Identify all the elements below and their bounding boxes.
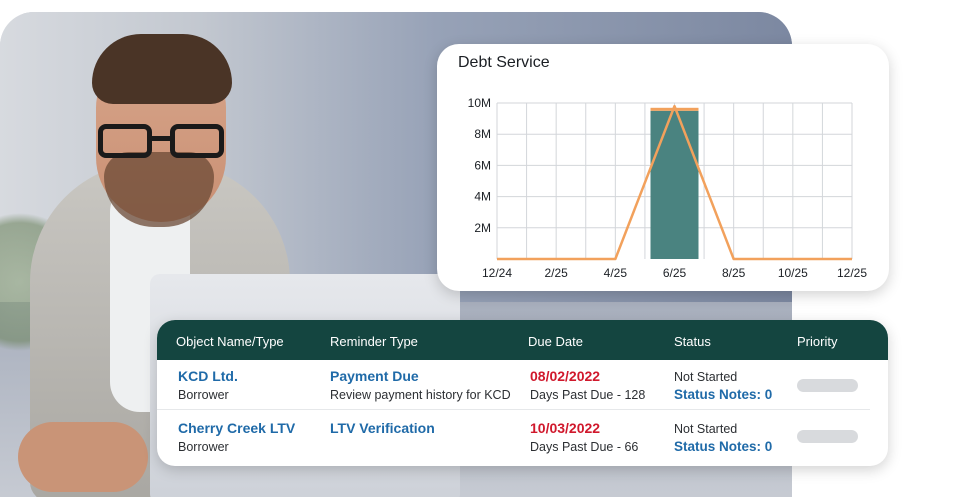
status-notes-link[interactable]: Status Notes: 0 <box>674 387 772 402</box>
debt-service-bar <box>650 110 699 259</box>
table-row[interactable]: Cherry Creek LTV Borrower LTV Verificati… <box>157 412 888 464</box>
y-tick-label: 2M <box>474 221 491 235</box>
status-text: Not Started <box>674 370 738 384</box>
header-due-date[interactable]: Due Date <box>528 334 583 349</box>
priority-pill[interactable] <box>797 379 858 392</box>
object-name-link[interactable]: Cherry Creek LTV <box>178 420 295 436</box>
debt-service-chart: 2M 4M 6M 8M 10M 12/24 2/25 4/25 6/25 8/25 10/25 12/… <box>468 96 868 280</box>
table-row[interactable]: KCD Ltd. Borrower Payment Due Review pay… <box>157 360 888 412</box>
due-date: 10/03/2022 <box>530 420 601 436</box>
x-tick-label: 12/24 <box>482 266 512 280</box>
days-past-due: Days Past Due - 66 <box>530 440 639 454</box>
reminders-table: Object Name/Type Reminder Type Due Date … <box>157 320 888 466</box>
x-tick-label: 10/25 <box>778 266 808 280</box>
y-tick-label: 8M <box>474 127 491 141</box>
object-type: Borrower <box>178 388 229 402</box>
x-tick-label: 6/25 <box>663 266 687 280</box>
status-notes-link[interactable]: Status Notes: 0 <box>674 439 772 454</box>
person-glasses <box>98 124 228 164</box>
days-past-due: Days Past Due - 128 <box>530 388 646 402</box>
header-priority[interactable]: Priority <box>797 334 837 349</box>
photo-hand <box>18 422 148 492</box>
table-header: Object Name/Type Reminder Type Due Date … <box>157 320 888 360</box>
y-tick-label: 4M <box>474 190 491 204</box>
header-reminder[interactable]: Reminder Type <box>330 334 418 349</box>
due-date: 08/02/2022 <box>530 368 601 384</box>
priority-pill[interactable] <box>797 430 858 443</box>
y-tick-label: 6M <box>474 158 491 172</box>
header-status[interactable]: Status <box>674 334 711 349</box>
x-tick-label: 12/25 <box>837 266 867 280</box>
row-divider <box>157 409 870 410</box>
object-name-link[interactable]: KCD Ltd. <box>178 368 238 384</box>
reminder-detail: Review payment history for KCD <box>330 388 511 402</box>
header-object[interactable]: Object Name/Type <box>176 334 284 349</box>
x-tick-label: 4/25 <box>604 266 628 280</box>
debt-service-chart-card: 2M 4M 6M 8M 10M 12/24 2/25 4/25 6/25 8/25 10/25 12/… <box>437 44 889 291</box>
status-text: Not Started <box>674 422 738 436</box>
x-tick-label: 8/25 <box>722 266 746 280</box>
y-tick-label: 10M <box>468 96 491 110</box>
person-hair <box>92 34 232 104</box>
object-type: Borrower <box>178 440 229 454</box>
x-tick-label: 2/25 <box>544 266 568 280</box>
chart-title: Debt Service <box>458 54 550 71</box>
reminder-type-link[interactable]: LTV Verification <box>330 420 435 436</box>
reminder-type-link[interactable]: Payment Due <box>330 368 419 384</box>
